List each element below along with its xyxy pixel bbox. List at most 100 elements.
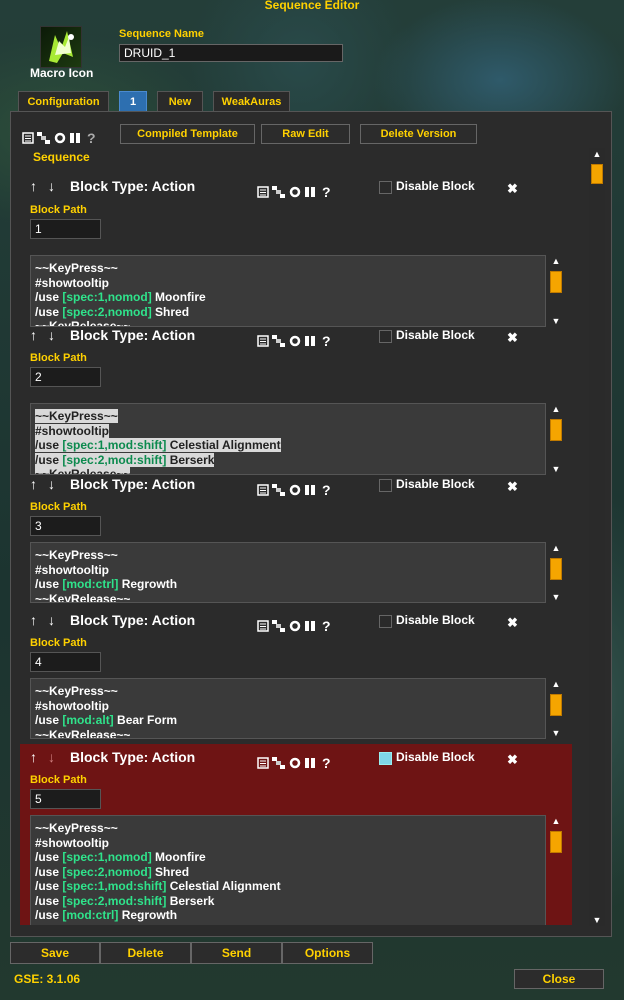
code-scrollbar[interactable]: ▲ ▼ [548,255,564,327]
tab-configuration[interactable]: Configuration [18,91,109,111]
sequence-scrollbar[interactable]: ▲ ▼ [589,148,605,926]
code-scrollbar[interactable]: ▲ ▼ [548,542,564,603]
scroll-up-icon[interactable]: ▲ [548,815,564,827]
scroll-up-icon[interactable]: ▲ [548,403,564,415]
steps-icon[interactable] [272,335,286,347]
move-down-icon[interactable]: ↓ [48,476,55,492]
list-icon[interactable] [257,335,269,347]
scroll-thumb[interactable] [550,694,562,716]
scroll-thumb[interactable] [550,271,562,293]
move-down-icon[interactable]: ↓ [48,178,55,194]
loop-icon[interactable] [289,484,301,496]
macro-code-editor[interactable]: ~~KeyPress~~ #showtooltip/use [spec:1,mod… [30,403,546,475]
druid-macro-icon[interactable] [40,26,82,68]
disable-block-checkbox[interactable] [379,181,392,194]
scroll-down-icon[interactable]: ▼ [548,591,564,603]
block-path-input[interactable]: 4 [30,652,101,672]
code-line: #showtooltip [35,698,109,713]
loop-icon[interactable] [289,186,301,198]
delete-button[interactable]: Delete [100,942,191,964]
scroll-up-icon[interactable]: ▲ [548,678,564,690]
block-path-input[interactable]: 2 [30,367,101,387]
list-icon[interactable] [257,757,269,769]
code-line: /use [spec:1,mod:shift] Celestial Alignm… [35,879,281,893]
pause-icon[interactable] [304,620,316,632]
move-down-icon[interactable]: ↓ [48,749,55,765]
disable-block-checkbox[interactable] [379,752,392,765]
delete-block-icon[interactable]: ✖ [507,330,518,346]
list-icon[interactable] [257,484,269,496]
scroll-up-icon[interactable]: ▲ [548,255,564,267]
scroll-thumb[interactable] [550,831,562,853]
steps-icon[interactable] [272,484,286,496]
pause-icon[interactable] [304,484,316,496]
scroll-down-icon[interactable]: ▼ [548,727,564,739]
move-down-icon[interactable]: ↓ [48,612,55,628]
macro-code-editor[interactable]: ~~KeyPress~~ #showtooltip/use [spec:1,nom… [30,255,546,327]
move-up-icon[interactable]: ↑ [30,327,37,343]
move-up-icon[interactable]: ↑ [30,476,37,492]
send-button[interactable]: Send [191,942,282,964]
code-line: /use [spec:2,nomod] Shred [35,304,190,319]
tab-weakauras[interactable]: WeakAuras [213,91,290,111]
disable-block-checkbox[interactable] [379,479,392,492]
sequence-name-input[interactable] [119,44,343,62]
macro-code-editor[interactable]: ~~KeyPress~~ #showtooltip/use [spec:1,nom… [30,815,546,925]
scroll-thumb[interactable] [591,164,603,184]
loop-icon[interactable] [289,335,301,347]
move-up-icon[interactable]: ↑ [30,612,37,628]
close-button[interactable]: Close [514,969,604,989]
pause-icon[interactable] [69,132,81,144]
steps-icon[interactable] [37,132,51,144]
tab-new[interactable]: New [157,91,203,111]
pause-icon[interactable] [304,757,316,769]
delete-block-icon[interactable]: ✖ [507,615,518,631]
loop-icon[interactable] [289,620,301,632]
scroll-up-icon[interactable]: ▲ [548,542,564,554]
delete-block-icon[interactable]: ✖ [507,752,518,768]
scroll-thumb[interactable] [550,558,562,580]
pause-icon[interactable] [304,186,316,198]
help-icon[interactable]: ? [322,755,331,771]
macro-code-editor[interactable]: ~~KeyPress~~ #showtooltip/use [mod:ctrl] … [30,542,546,603]
list-icon[interactable] [22,132,34,144]
help-icon[interactable]: ? [322,333,331,349]
help-icon[interactable]: ? [322,184,331,200]
move-up-icon[interactable]: ↑ [30,749,37,765]
disable-block-checkbox[interactable] [379,330,392,343]
code-scrollbar[interactable]: ▲ ▼ [548,403,564,475]
pause-icon[interactable] [304,335,316,347]
code-scrollbar[interactable]: ▲ [548,815,564,925]
disable-block-label: Disable Block [396,179,475,193]
move-down-icon[interactable]: ↓ [48,327,55,343]
block-path-input[interactable]: 1 [30,219,101,239]
save-button[interactable]: Save [10,942,100,964]
list-icon[interactable] [257,186,269,198]
options-button[interactable]: Options [282,942,373,964]
tab-version-1[interactable]: 1 [119,91,147,111]
help-icon[interactable]: ? [322,618,331,634]
help-icon[interactable]: ? [322,482,331,498]
scroll-thumb[interactable] [550,419,562,441]
loop-icon[interactable] [289,757,301,769]
list-icon[interactable] [257,620,269,632]
move-up-icon[interactable]: ↑ [30,178,37,194]
compiled-template-button[interactable]: Compiled Template [120,124,255,144]
scroll-down-icon[interactable]: ▼ [589,914,605,926]
raw-edit-button[interactable]: Raw Edit [261,124,350,144]
steps-icon[interactable] [272,757,286,769]
steps-icon[interactable] [272,620,286,632]
scroll-up-icon[interactable]: ▲ [589,148,605,160]
delete-version-button[interactable]: Delete Version [360,124,477,144]
block-path-input[interactable]: 3 [30,516,101,536]
code-scrollbar[interactable]: ▲ ▼ [548,678,564,739]
loop-icon[interactable] [54,132,66,144]
macro-code-editor[interactable]: ~~KeyPress~~ #showtooltip/use [mod:alt] B… [30,678,546,739]
disable-block-checkbox[interactable] [379,615,392,628]
steps-icon[interactable] [272,186,286,198]
delete-block-icon[interactable]: ✖ [507,181,518,197]
block-path-input[interactable]: 5 [30,789,101,809]
code-line: ~~KeyRelease~~ [35,591,131,603]
help-icon[interactable]: ? [87,130,96,146]
delete-block-icon[interactable]: ✖ [507,479,518,495]
